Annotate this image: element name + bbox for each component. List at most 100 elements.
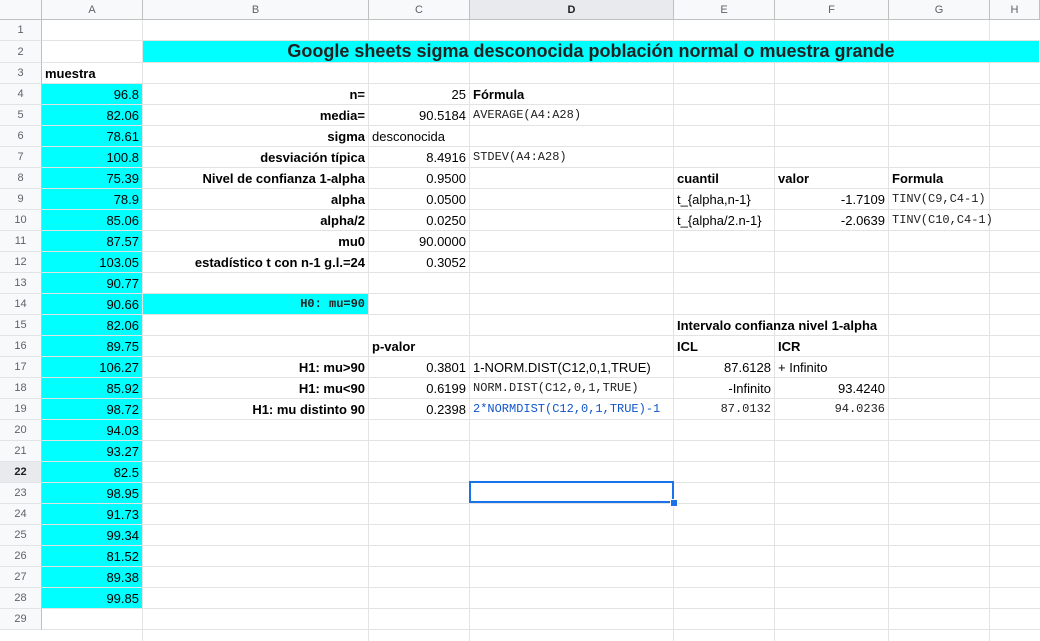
sample-value[interactable]: 78.9 <box>42 189 142 209</box>
sample-value[interactable]: 90.77 <box>42 273 142 293</box>
sample-value[interactable]: 87.57 <box>42 231 142 251</box>
row-header-17[interactable]: 17 <box>0 357 42 378</box>
sample-value[interactable]: 100.8 <box>42 147 142 167</box>
row-header-13[interactable]: 13 <box>0 273 42 294</box>
h1b-formula[interactable]: NORM.DIST(C12,0,1,TRUE) <box>470 378 673 398</box>
media-label[interactable]: media= <box>143 105 368 125</box>
sample-value[interactable]: 78.61 <box>42 126 142 146</box>
alpha-label[interactable]: alpha <box>143 189 368 209</box>
icr-header[interactable]: ICR <box>775 336 888 356</box>
sample-value[interactable]: 99.34 <box>42 525 142 545</box>
column-header-e[interactable]: E <box>674 0 775 20</box>
icr-17[interactable]: + Infinito <box>775 357 888 377</box>
media-formula[interactable]: AVERAGE(A4:A28) <box>470 105 673 125</box>
row-header-2[interactable]: 2 <box>0 41 42 63</box>
row-header-5[interactable]: 5 <box>0 105 42 126</box>
icl-18[interactable]: -Infinito <box>674 378 774 398</box>
row-header-1[interactable]: 1 <box>0 20 42 41</box>
media-value[interactable]: 90.5184 <box>369 105 469 125</box>
conf-value[interactable]: 0.9500 <box>369 168 469 188</box>
h1c-formula[interactable]: 2*NORMDIST(C12,0,1,TRUE)-1 <box>470 399 673 419</box>
sheet-title[interactable]: Google sheets sigma desconocida població… <box>143 41 1039 62</box>
q1-value[interactable]: -1.7109 <box>775 189 888 209</box>
sample-value[interactable]: 99.85 <box>42 588 142 608</box>
sample-value[interactable]: 91.73 <box>42 504 142 524</box>
h1c-value[interactable]: 0.2398 <box>369 399 469 419</box>
row-header-4[interactable]: 4 <box>0 84 42 105</box>
column-header-h[interactable]: H <box>990 0 1040 20</box>
row-header-18[interactable]: 18 <box>0 378 42 399</box>
sample-value[interactable]: 75.39 <box>42 168 142 188</box>
sample-value[interactable]: 85.92 <box>42 378 142 398</box>
row-header-19[interactable]: 19 <box>0 399 42 420</box>
icl-19[interactable]: 87.0132 <box>674 399 774 419</box>
column-header-d[interactable]: D <box>470 0 674 20</box>
sample-value[interactable]: 85.06 <box>42 210 142 230</box>
sample-value[interactable]: 90.66 <box>42 294 142 314</box>
h1b-label[interactable]: H1: mu<90 <box>143 378 368 398</box>
column-header-g[interactable]: G <box>889 0 990 20</box>
row-header-25[interactable]: 25 <box>0 525 42 546</box>
t-label[interactable]: estadístico t con n-1 g.l.=24 <box>143 252 368 272</box>
row-header-15[interactable]: 15 <box>0 315 42 336</box>
row-header-26[interactable]: 26 <box>0 546 42 567</box>
select-all-corner[interactable] <box>0 0 42 20</box>
sample-value[interactable]: 98.95 <box>42 483 142 503</box>
pvalor-header[interactable]: p-valor <box>369 336 469 356</box>
icr-19[interactable]: 94.0236 <box>775 399 888 419</box>
sample-value[interactable]: 94.03 <box>42 420 142 440</box>
sample-value[interactable]: 96.8 <box>42 84 142 104</box>
sd-formula[interactable]: STDEV(A4:A28) <box>470 147 673 167</box>
sd-value[interactable]: 8.4916 <box>369 147 469 167</box>
cuantil-header[interactable]: cuantil <box>674 168 774 188</box>
interval-header[interactable]: Intervalo confianza nivel 1-alpha <box>674 315 877 335</box>
icr-18[interactable]: 93.4240 <box>775 378 888 398</box>
row-header-3[interactable]: 3 <box>0 63 42 84</box>
sample-value[interactable]: 103.05 <box>42 252 142 272</box>
sample-value[interactable]: 81.52 <box>42 546 142 566</box>
icl-17[interactable]: 87.6128 <box>674 357 774 377</box>
row-header-20[interactable]: 20 <box>0 420 42 441</box>
n-value[interactable]: 25 <box>369 84 469 104</box>
conf-label[interactable]: Nivel de confianza 1-alpha <box>143 168 368 188</box>
q2-formula[interactable]: TINV(C10,C4-1) <box>889 210 993 230</box>
sd-label[interactable]: desviación típica <box>143 147 368 167</box>
row-header-16[interactable]: 16 <box>0 336 42 357</box>
formula2-header[interactable]: Formula <box>889 168 989 188</box>
sample-header[interactable]: muestra <box>42 63 142 83</box>
row-header-11[interactable]: 11 <box>0 231 42 252</box>
sample-value[interactable]: 89.75 <box>42 336 142 356</box>
h1a-value[interactable]: 0.3801 <box>369 357 469 377</box>
column-header-a[interactable]: A <box>42 0 143 20</box>
active-cell-selection[interactable] <box>469 481 674 503</box>
fill-handle[interactable] <box>670 499 678 507</box>
alpha-value[interactable]: 0.0500 <box>369 189 469 209</box>
row-header-8[interactable]: 8 <box>0 168 42 189</box>
spreadsheet-grid[interactable]: ABCDEFGH 1 2 3 4 5 6 7 8 9 10 11 12 13 14 15 16 17 18 19 20… <box>0 0 1040 641</box>
sample-value[interactable]: 82.06 <box>42 105 142 125</box>
h1a-formula[interactable]: 1-NORM.DIST(C12,0,1,TRUE) <box>470 357 673 377</box>
row-header-14[interactable]: 14 <box>0 294 42 315</box>
column-header-b[interactable]: B <box>143 0 369 20</box>
q1-name[interactable]: t_{alpha,n-1} <box>674 189 774 209</box>
row-header-24[interactable]: 24 <box>0 504 42 525</box>
sample-value[interactable]: 106.27 <box>42 357 142 377</box>
t-value[interactable]: 0.3052 <box>369 252 469 272</box>
row-header-29[interactable]: 29 <box>0 609 42 630</box>
n-label[interactable]: n= <box>143 84 368 104</box>
sigma-label[interactable]: sigma <box>143 126 368 146</box>
mu0-value[interactable]: 90.0000 <box>369 231 469 251</box>
row-header-10[interactable]: 10 <box>0 210 42 231</box>
h1c-label[interactable]: H1: mu distinto 90 <box>143 399 368 419</box>
h1a-label[interactable]: H1: mu>90 <box>143 357 368 377</box>
q2-value[interactable]: -2.0639 <box>775 210 888 230</box>
row-header-22[interactable]: 22 <box>0 462 42 483</box>
sample-value[interactable]: 82.5 <box>42 462 142 482</box>
row-header-23[interactable]: 23 <box>0 483 42 504</box>
row-header-28[interactable]: 28 <box>0 588 42 609</box>
formula-header[interactable]: Fórmula <box>470 84 673 104</box>
column-header-f[interactable]: F <box>775 0 889 20</box>
column-header-c[interactable]: C <box>369 0 470 20</box>
row-header-6[interactable]: 6 <box>0 126 42 147</box>
sample-value[interactable]: 89.38 <box>42 567 142 587</box>
